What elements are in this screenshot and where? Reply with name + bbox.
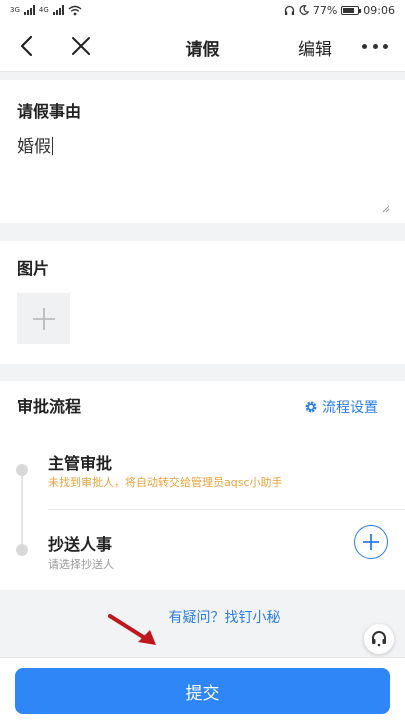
red-arrow-icon <box>108 614 156 645</box>
resize-handle-icon <box>382 205 390 213</box>
leave-reason-input[interactable]: 婚假 <box>17 132 53 157</box>
wifi-icon <box>68 5 82 15</box>
close-icon[interactable] <box>68 33 94 59</box>
battery-icon <box>341 5 362 15</box>
gear-icon <box>305 401 317 413</box>
battery-percent: 77% <box>312 3 338 17</box>
timeline-line <box>21 465 23 551</box>
plus-icon <box>363 534 379 550</box>
submit-button[interactable]: 提交 <box>15 668 390 714</box>
headset-icon <box>372 631 386 647</box>
plus-icon <box>32 307 55 330</box>
flow-settings-label: 流程设置 <box>322 400 378 416</box>
bottom-bar: 提交 <box>0 657 405 720</box>
edit-button[interactable]: 编辑 <box>298 35 332 60</box>
step-dot <box>16 544 28 556</box>
step-divider <box>48 509 405 510</box>
customer-service-button[interactable] <box>364 624 394 654</box>
step-title-supervisor: 主管审批 <box>48 454 113 473</box>
help-link[interactable]: 有疑问？找钉小秘 <box>0 607 405 627</box>
add-cc-button[interactable] <box>354 525 388 559</box>
leave-reason-label: 请假事由 <box>17 102 82 121</box>
approval-label: 审批流程 <box>17 397 82 416</box>
moon-icon <box>299 5 309 15</box>
signal-icon <box>23 5 35 15</box>
headphone-icon <box>284 5 294 15</box>
step-subtitle-cc[interactable]: 请选择抄送人 <box>48 556 114 572</box>
more-options-icon[interactable] <box>362 34 388 58</box>
add-image-button[interactable] <box>17 293 70 344</box>
signal-icon <box>52 5 64 15</box>
step-dot <box>16 464 28 476</box>
step-title-cc: 抄送人事 <box>48 535 113 554</box>
clock: 09:06 <box>363 3 395 17</box>
flow-settings-button[interactable]: 流程设置 <box>304 397 378 417</box>
page-title: 请假 <box>185 40 220 60</box>
approval-section: 审批流程 流程设置 主管审批 未找到审批人，将自动转交给管理员aqsc小助手 抄… <box>0 381 405 590</box>
network-type-1: 3G <box>10 6 20 14</box>
images-label: 图片 <box>17 259 50 278</box>
battery-fill <box>343 7 355 13</box>
network-type-2: 4G <box>38 6 49 14</box>
leave-reason-section: 请假事由 婚假 <box>0 80 405 223</box>
back-arrow-icon[interactable] <box>14 33 40 59</box>
status-bar: 3G 4G 77% 09:06 <box>0 0 405 20</box>
step-subtitle-supervisor: 未找到审批人，将自动转交给管理员aqsc小助手 <box>48 476 283 489</box>
images-section: 图片 <box>0 241 405 364</box>
nav-bar: 请假 编辑 <box>0 20 405 72</box>
